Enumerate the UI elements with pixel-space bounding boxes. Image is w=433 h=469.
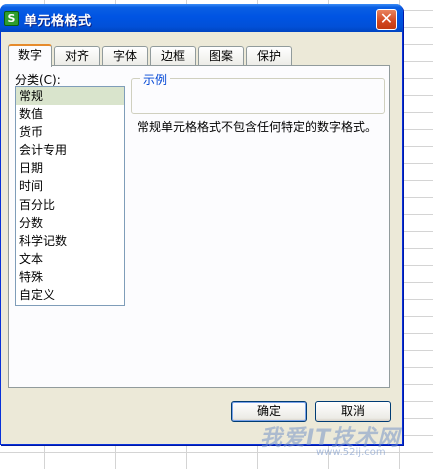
category-item-accounting[interactable]: 会计专用 (16, 141, 124, 159)
number-tab-page: 分类(C): 常规 数值 货币 会计专用 日期 时间 百分比 分数 科学记数 文… (8, 65, 390, 388)
category-item-general[interactable]: 常规 (16, 87, 124, 106)
category-item-text[interactable]: 文本 (16, 250, 124, 268)
site-watermark-url: www.52ij.com (316, 447, 386, 458)
category-item-time[interactable]: 时间 (16, 177, 124, 195)
ok-button[interactable]: 确定 (231, 401, 307, 422)
sample-legend: 示例 (140, 71, 171, 88)
cancel-button[interactable]: 取消 (315, 401, 391, 422)
format-cells-dialog: S 单元格格式 ✕ 数字 对齐 字体 边框 图案 保护 分类(C): 常规 数值… (0, 4, 403, 445)
category-item-number[interactable]: 数值 (16, 105, 124, 123)
category-list[interactable]: 常规 数值 货币 会计专用 日期 时间 百分比 分数 科学记数 文本 特殊 自定… (15, 86, 125, 306)
tab-pattern[interactable]: 图案 (198, 46, 244, 66)
tab-border[interactable]: 边框 (150, 46, 196, 66)
category-item-date[interactable]: 日期 (16, 159, 124, 177)
category-item-special[interactable]: 特殊 (16, 268, 124, 286)
category-item-percentage[interactable]: 百分比 (16, 196, 124, 214)
tab-font[interactable]: 字体 (102, 46, 148, 66)
dialog-title: 单元格格式 (24, 14, 92, 29)
close-icon[interactable]: ✕ (376, 9, 397, 30)
format-description: 常规单元格格式不包含任何特定的数字格式。 (137, 120, 378, 134)
tab-protection[interactable]: 保护 (246, 46, 292, 66)
title-bar[interactable]: S 单元格格式 ✕ (0, 4, 403, 32)
sample-groupbox: 示例 (131, 71, 385, 114)
category-item-scientific[interactable]: 科学记数 (16, 232, 124, 250)
category-item-currency[interactable]: 货币 (16, 123, 124, 141)
category-item-custom[interactable]: 自定义 (16, 286, 124, 304)
tab-number[interactable]: 数字 (8, 44, 52, 67)
wps-app-icon: S (4, 11, 19, 26)
tab-alignment[interactable]: 对齐 (54, 46, 100, 66)
category-item-fraction[interactable]: 分数 (16, 214, 124, 232)
